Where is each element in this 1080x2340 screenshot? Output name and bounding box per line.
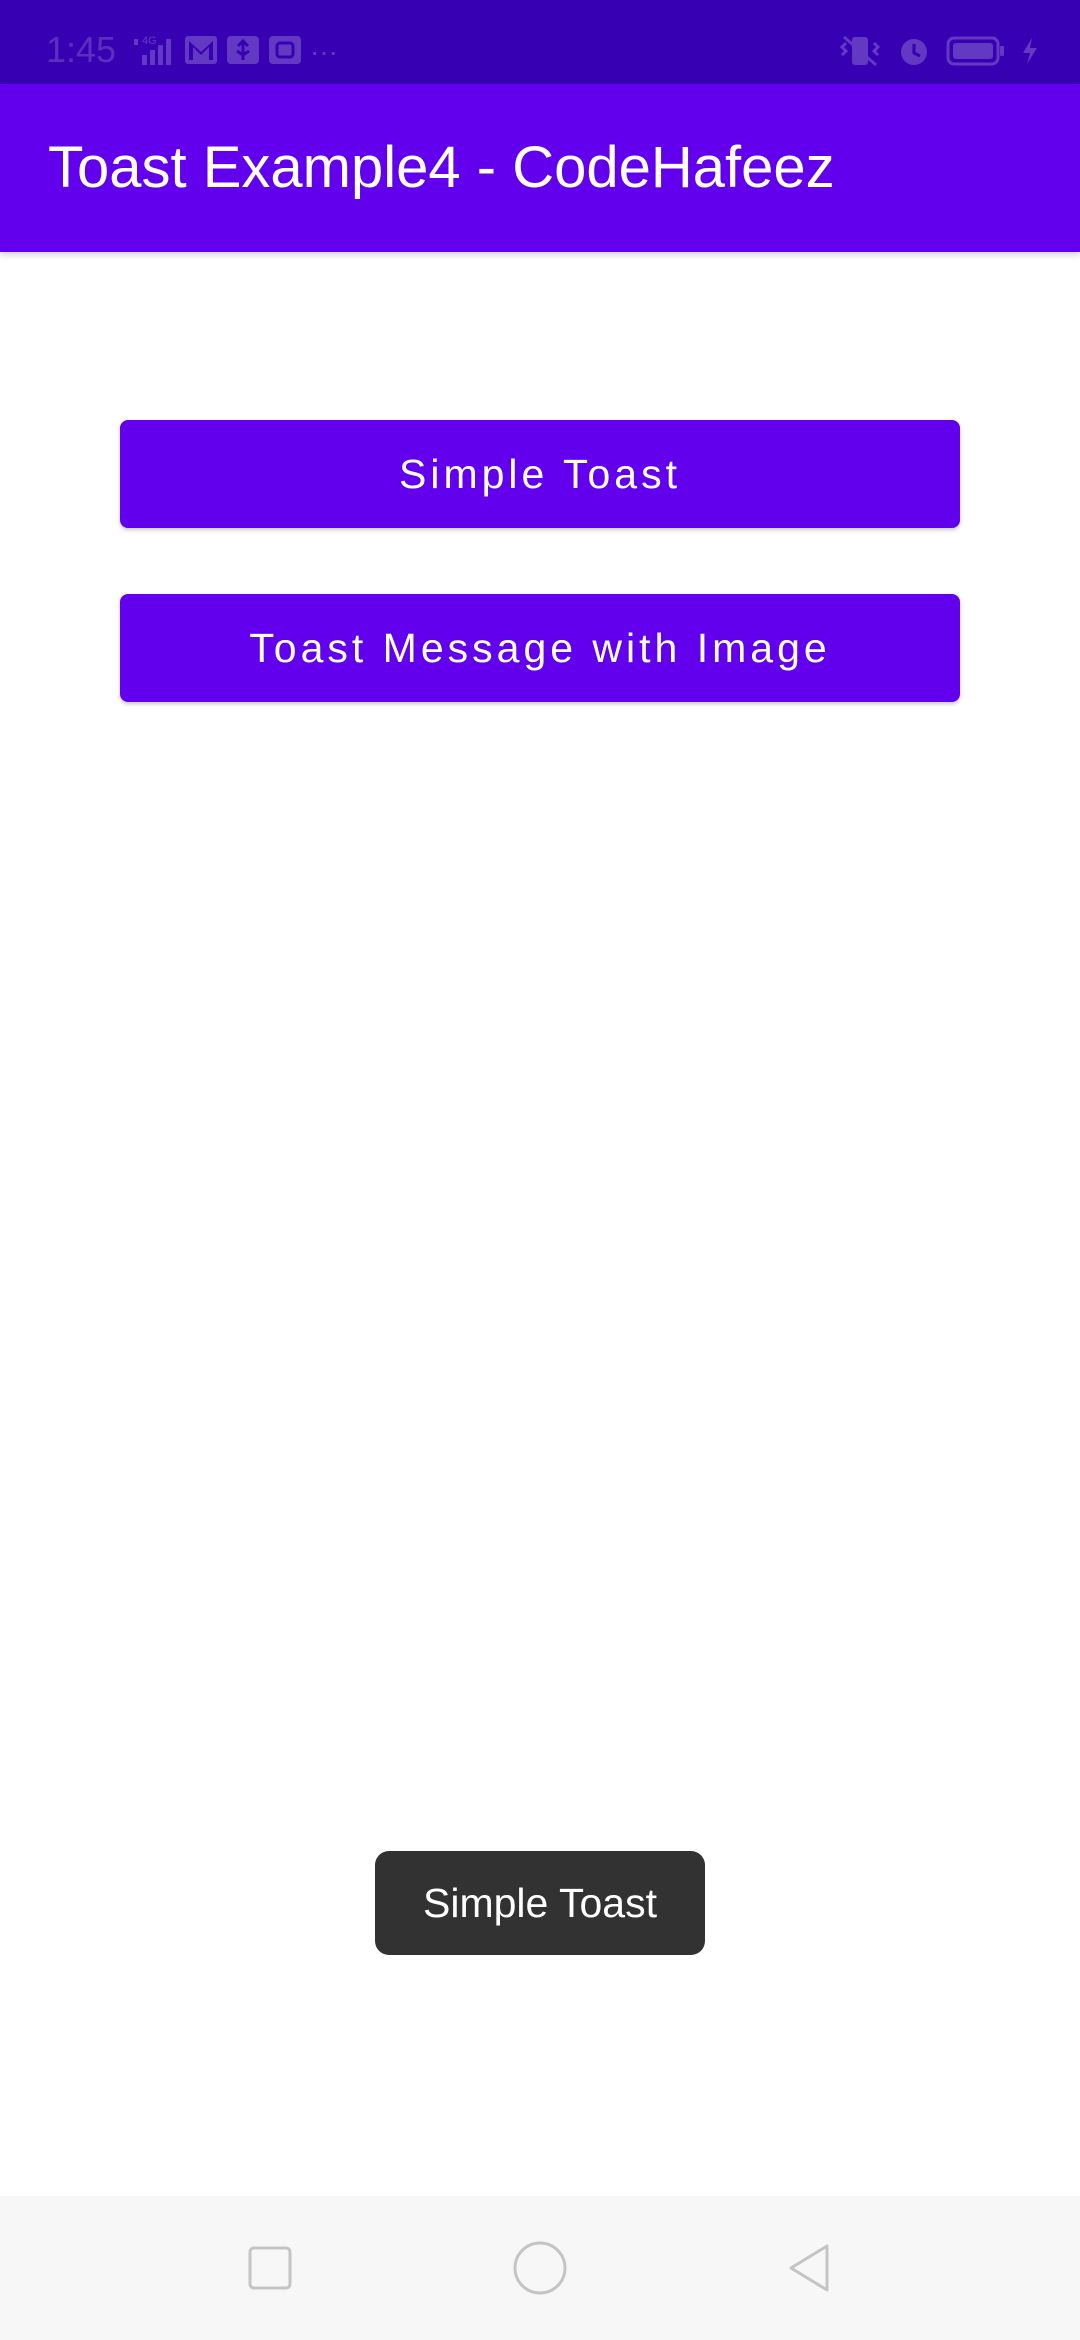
status-bar: 1:45 4G ···: [0, 0, 1080, 84]
back-icon: [789, 2244, 829, 2292]
home-button[interactable]: [508, 2236, 572, 2300]
home-icon: [513, 2241, 567, 2295]
app-title: Toast Example4 - CodeHafeez: [48, 135, 835, 200]
simple-toast-button[interactable]: Simple Toast: [120, 420, 960, 528]
status-left-icons: 4G ···: [130, 32, 338, 72]
status-right-icons: [838, 30, 1040, 76]
status-time: 1:45: [46, 29, 117, 70]
navigation-bar: [0, 2196, 1080, 2340]
recent-apps-button[interactable]: [238, 2236, 302, 2300]
network-type-label: 4G: [142, 35, 157, 47]
vibrate-icon: [838, 33, 882, 74]
signal-icon: 4G: [130, 33, 176, 72]
more-notifications-icon: ···: [310, 36, 338, 67]
usb-icon: [226, 33, 260, 72]
app-bar: Toast Example4 - CodeHafeez: [0, 84, 1080, 252]
recent-apps-icon: [248, 2246, 292, 2290]
gmail-icon: [184, 33, 218, 72]
app-icon: [268, 33, 302, 72]
charging-icon: [1020, 36, 1040, 71]
toast-message: Simple Toast: [375, 1851, 705, 1955]
back-button[interactable]: [778, 2236, 842, 2300]
toast-message-with-image-button[interactable]: Toast Message with Image: [120, 594, 960, 702]
alarm-icon: [896, 33, 932, 74]
battery-icon: [946, 36, 1006, 71]
